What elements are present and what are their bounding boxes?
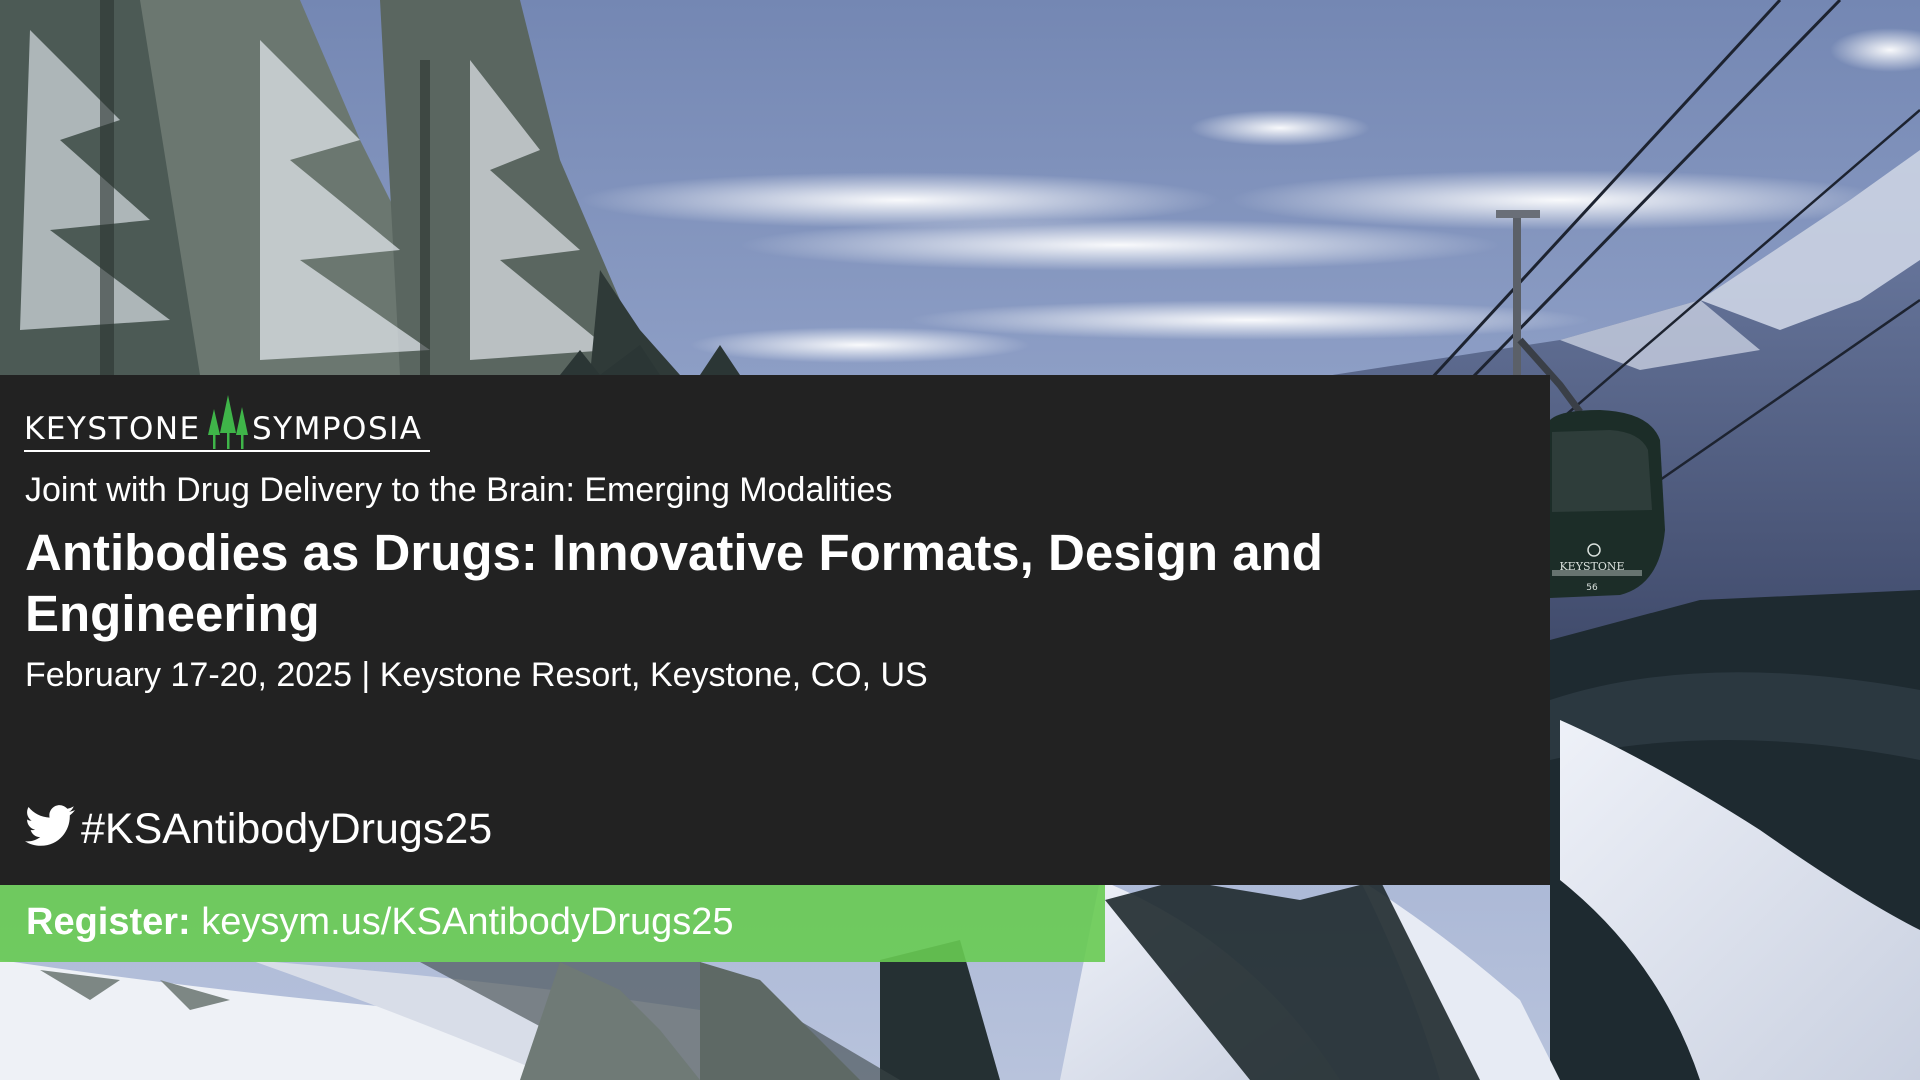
slide: KEYSTONE 56 KEYSTONE SYMPOSIA Joint with…	[0, 0, 1920, 1080]
event-title: Antibodies as Drugs: Innovative Formats,…	[25, 524, 1323, 642]
gondola-label: KEYSTONE	[1559, 560, 1624, 573]
pine-trees-icon	[208, 395, 248, 449]
register-text[interactable]: Register: keysym.us/KSAntibodyDrugs25	[26, 901, 734, 944]
register-bar[interactable]: Register: keysym.us/KSAntibodyDrugs25	[0, 885, 1105, 962]
twitter-bird-icon	[25, 805, 75, 846]
register-label: Register:	[26, 901, 191, 943]
logo-underline	[24, 450, 430, 452]
gondola-number: 56	[1586, 583, 1598, 593]
logo-keystone-word: KEYSTONE	[24, 411, 201, 447]
event-subtitle: Joint with Drug Delivery to the Brain: E…	[25, 471, 893, 509]
keystone-symposia-logo[interactable]: KEYSTONE SYMPOSIA	[24, 395, 430, 453]
logo-symposia-word: SYMPOSIA	[252, 411, 423, 447]
hashtag-text: #KSAntibodyDrugs25	[81, 805, 493, 853]
register-link[interactable]: keysym.us/KSAntibodyDrugs25	[201, 901, 733, 943]
event-date-location: February 17-20, 2025 | Keystone Resort, …	[25, 656, 928, 694]
